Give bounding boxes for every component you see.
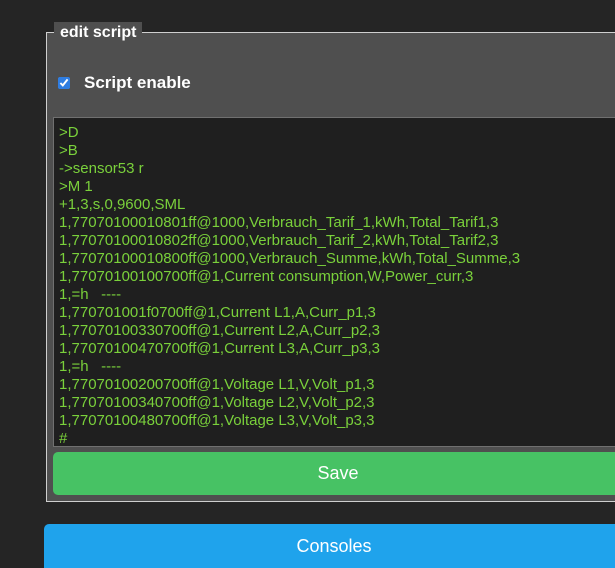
script-line: 1,770701001f0700ff@1,Current L1,A,Curr_p…	[59, 304, 376, 321]
script-enable-label[interactable]: Script enable	[84, 72, 191, 94]
script-line: 1,=h ----	[59, 358, 122, 375]
script-line: 1,77070100010802ff@1000,Verbrauch_Tarif_…	[59, 232, 499, 249]
script-line: 1,77070100340700ff@1,Voltage L2,V,Volt_p…	[59, 394, 375, 411]
script-line: >B	[59, 142, 78, 159]
script-line: 1,77070100480700ff@1,Voltage L3,V,Volt_p…	[59, 412, 375, 429]
script-line: 1,=h ----	[59, 286, 122, 303]
script-line: 1,77070100470700ff@1,Current L3,A,Curr_p…	[59, 340, 381, 357]
script-line: +1,3,s,0,9600,SML	[59, 196, 186, 213]
page: edit script Script enable >D >B ->sensor53…	[0, 0, 615, 568]
script-line: 1,77070100010801ff@1000,Verbrauch_Tarif_…	[59, 214, 499, 231]
consoles-button[interactable]: Consoles	[44, 524, 615, 568]
script-enable-checkbox[interactable]	[58, 77, 70, 89]
script-line: 1,77070100330700ff@1,Current L2,A,Curr_p…	[59, 322, 381, 339]
script-enable-row: Script enable	[58, 72, 191, 94]
script-line: 1,77070100010800ff@1000,Verbrauch_Summe,…	[59, 250, 521, 267]
save-button[interactable]: Save	[53, 452, 615, 495]
script-line: #	[59, 430, 68, 447]
script-line: >D	[59, 124, 79, 141]
script-line: 1,77070100200700ff@1,Voltage L1,V,Volt_p…	[59, 376, 375, 393]
script-textarea[interactable]: >D >B ->sensor53 r >M 1 +1,3,s,0,9600,SML 1,7…	[53, 117, 615, 447]
script-line: >M 1	[59, 178, 93, 195]
script-line: ->sensor53 r	[59, 160, 144, 177]
fieldset-legend: edit script	[54, 22, 143, 44]
script-line: 1,77070100100700ff@1,Current consumption…	[59, 268, 474, 285]
